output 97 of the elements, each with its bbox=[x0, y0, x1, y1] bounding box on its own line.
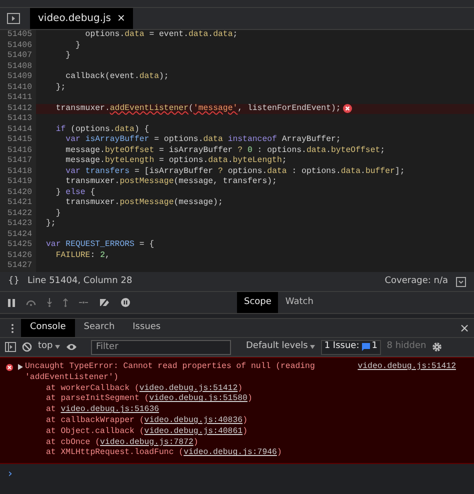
console-prompt[interactable]: › bbox=[0, 464, 20, 485]
close-icon[interactable]: × bbox=[117, 11, 126, 26]
line-number: 51418 bbox=[0, 166, 36, 177]
eye-icon[interactable] bbox=[66, 343, 77, 351]
line-number: 51409 bbox=[0, 72, 36, 82]
code-line: transmuxer.postMessage(message, transfers); bbox=[64, 177, 277, 188]
code-line: }; bbox=[46, 219, 56, 230]
drawer-tab[interactable]: Issues bbox=[124, 319, 170, 337]
code-line: message.byteLength = options.data.byteLength; bbox=[64, 156, 287, 166]
code-line: } bbox=[54, 208, 61, 219]
line-number: 51405 bbox=[0, 30, 36, 40]
line-number: 51414 bbox=[0, 124, 36, 135]
code-line: transmuxer.postMessage(message); bbox=[64, 198, 223, 208]
sidebar-tab[interactable]: Scope bbox=[237, 292, 278, 313]
step-out-icon[interactable] bbox=[63, 298, 68, 307]
pause-icon[interactable] bbox=[8, 298, 15, 306]
line-number: 51415 bbox=[0, 135, 36, 146]
line-number: 51419 bbox=[0, 177, 36, 188]
code-line: }; bbox=[54, 82, 66, 93]
code-line: } bbox=[64, 51, 71, 62]
error-icon bbox=[6, 364, 13, 371]
close-icon[interactable]: × bbox=[459, 319, 470, 337]
filter-field[interactable]: Filter bbox=[91, 340, 231, 354]
error-text: Uncaught TypeError: Cannot read properties of null (reading 'addEventListener') bbox=[25, 362, 315, 384]
step-icon[interactable] bbox=[79, 300, 88, 305]
file-tab[interactable]: video.debug.js × bbox=[30, 8, 134, 29]
drawer-tab[interactable]: Search bbox=[74, 319, 124, 337]
code-line: message.byteOffset = isArrayBuffer ? 0 : options.data.byteOffset; bbox=[64, 146, 386, 156]
sidebar-tab[interactable]: Watch bbox=[278, 292, 320, 313]
line-number: 51421 bbox=[0, 198, 36, 208]
code-line: var REQUEST_ERRORS = { bbox=[46, 240, 154, 250]
issues-counter[interactable]: 1 Issue: 1 bbox=[321, 340, 381, 354]
line-number: 51412 bbox=[0, 104, 36, 114]
source-link[interactable]: video.debug.js:7872 bbox=[100, 438, 194, 447]
line-number: 51417 bbox=[0, 156, 36, 166]
source-link[interactable]: video.debug.js:51636 bbox=[60, 405, 160, 414]
expand-arrow-icon[interactable] bbox=[18, 364, 23, 370]
code-line: transmuxer.addEventListener('message', listenForEndEvent); bbox=[54, 104, 341, 114]
source-link[interactable]: video.debug.js:51412 bbox=[139, 384, 238, 393]
line-number: 51424 bbox=[0, 230, 36, 240]
line-number: 51406 bbox=[0, 40, 36, 51]
code-line: FAILURE: 2, bbox=[54, 250, 110, 261]
step-over-icon[interactable] bbox=[26, 299, 36, 306]
drawer-tab[interactable]: Console bbox=[21, 319, 75, 337]
code-line: } bbox=[74, 40, 80, 51]
caret-icon bbox=[310, 345, 316, 349]
stack-frame: at workerCallback (video.debug.js:51412) bbox=[6, 384, 468, 394]
line-number: 51422 bbox=[0, 208, 36, 219]
stack-frame: at XMLHttpRequest.loadFunc (video.debug.js:7946) bbox=[6, 448, 468, 460]
line-number: 51413 bbox=[0, 114, 36, 124]
issues-count: 1 bbox=[372, 340, 378, 354]
line-number: 51426 bbox=[0, 250, 36, 261]
line-number: 51425 bbox=[0, 240, 36, 250]
pause-on-exceptions-icon[interactable] bbox=[121, 298, 130, 307]
line-number: 51423 bbox=[0, 219, 36, 230]
context-label: top bbox=[38, 340, 53, 354]
line-number: 51416 bbox=[0, 146, 36, 156]
file-name: video.debug.js bbox=[38, 12, 112, 26]
line-number: 51408 bbox=[0, 62, 36, 72]
source-link[interactable]: video.debug.js:40861 bbox=[144, 426, 243, 436]
error-icon bbox=[342, 104, 352, 114]
code-line: callback(event.data); bbox=[64, 72, 169, 82]
code-line: var transfers = [isArrayBuffer ? options.data : options.data.buffer]; bbox=[64, 166, 405, 177]
source-link[interactable]: video.debug.js:51412 bbox=[358, 362, 468, 384]
hidden-count: 8 hidden bbox=[386, 340, 426, 354]
stack-frame: at callbackWrapper (video.debug.js:40836) bbox=[6, 416, 468, 427]
line-number: 51411 bbox=[0, 93, 36, 104]
coverage-label: Coverage: n/a bbox=[384, 274, 448, 288]
code-line: var isArrayBuffer = options.data instanceof ArrayBuffer; bbox=[64, 135, 341, 146]
sidebar-toggle-icon[interactable] bbox=[5, 342, 16, 352]
line-number: 51407 bbox=[0, 51, 36, 62]
more-options-icon[interactable] bbox=[11, 324, 14, 332]
message-icon bbox=[362, 343, 370, 351]
cursor-position: Line 51404, Column 28 bbox=[27, 274, 132, 288]
deactivate-breakpoints-icon[interactable] bbox=[99, 298, 110, 307]
navigator-toggle-icon[interactable] bbox=[7, 13, 20, 24]
format-button[interactable]: {} bbox=[8, 274, 20, 288]
stack-frame: at cbOnce (video.debug.js:7872) bbox=[6, 438, 468, 448]
line-number: 51410 bbox=[0, 82, 36, 93]
code-line: if (options.data) { bbox=[54, 124, 150, 135]
line-number: 51420 bbox=[0, 188, 36, 198]
stack-frame: at parseInitSegment (video.debug.js:51580) bbox=[6, 394, 468, 406]
line-number: 51427 bbox=[0, 261, 36, 272]
source-link[interactable]: video.debug.js:51580 bbox=[149, 394, 248, 404]
source-link[interactable]: video.debug.js:40836 bbox=[144, 416, 243, 425]
issues-label: 1 Issue: bbox=[324, 340, 360, 354]
settings-icon[interactable] bbox=[432, 342, 442, 352]
stack-frame: at Object.callback (video.debug.js:40861) bbox=[6, 426, 468, 438]
context-selector[interactable]: top bbox=[38, 340, 60, 354]
source-link[interactable]: video.debug.js:7946 bbox=[184, 448, 277, 458]
step-into-icon[interactable] bbox=[47, 298, 52, 307]
code-line: } else { bbox=[54, 188, 96, 198]
code-line: options.data = event.data.data; bbox=[84, 30, 238, 40]
clear-console-icon[interactable] bbox=[22, 342, 32, 352]
stack-frame: at video.debug.js:51636 bbox=[6, 405, 468, 416]
coverage-icon[interactable] bbox=[456, 276, 466, 286]
caret-icon bbox=[55, 345, 60, 349]
